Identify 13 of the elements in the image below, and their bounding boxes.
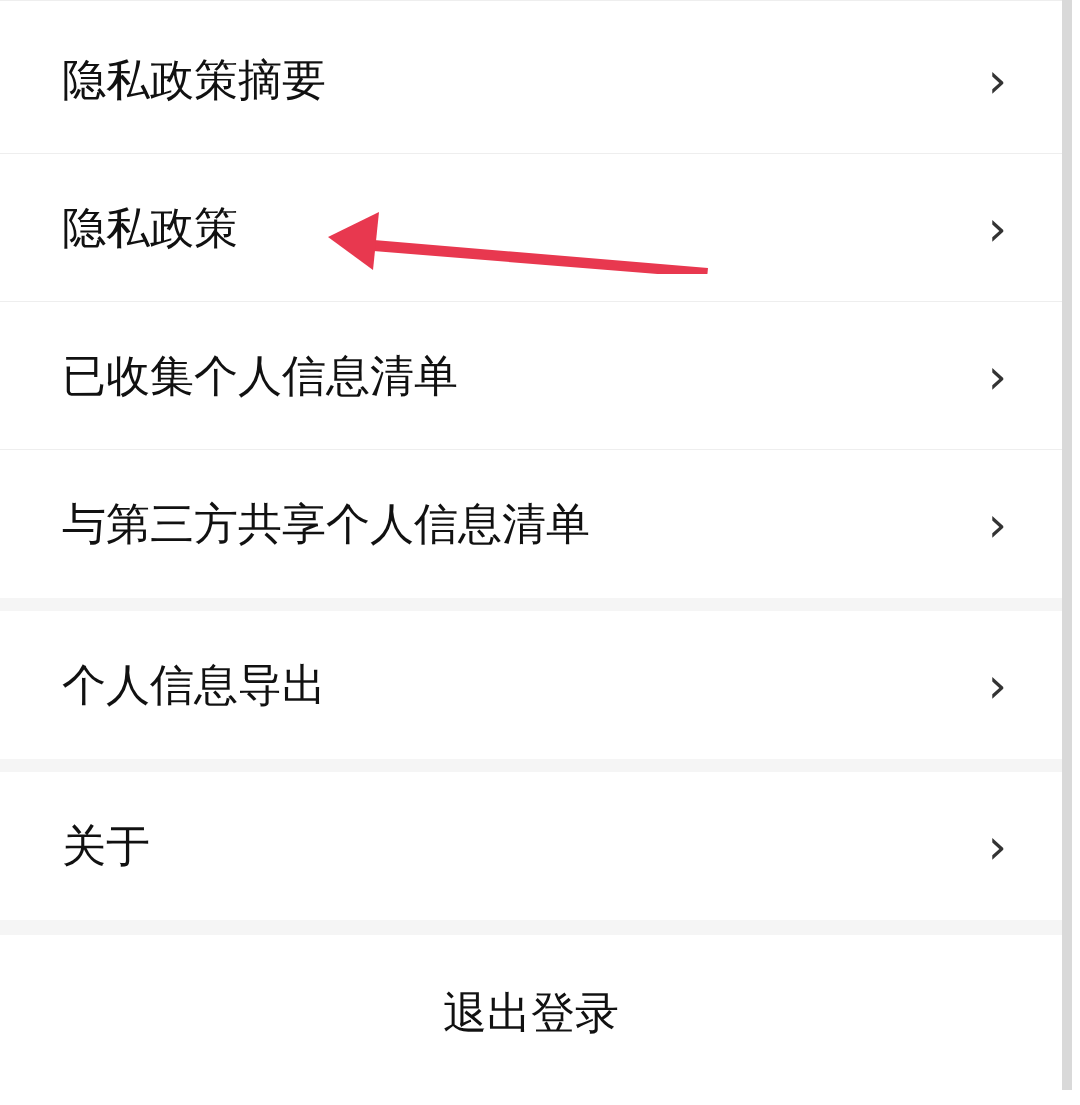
menu-label: 已收集个人信息清单 <box>62 348 458 403</box>
chevron-icon: › <box>987 822 1007 870</box>
menu-label: 关于 <box>62 819 150 873</box>
chevron-icon: › <box>987 203 1007 252</box>
chevron-icon: › <box>987 351 1007 400</box>
menu-label: 与第三方共享个人信息清单 <box>62 497 590 551</box>
menu-label: 个人信息导出 <box>62 658 326 712</box>
scrollbar[interactable] <box>1062 0 1072 1090</box>
chevron-icon: › <box>987 500 1007 548</box>
menu-label: 隐私政策摘要 <box>62 52 326 107</box>
chevron-icon: › <box>987 661 1007 709</box>
chevron-icon: › <box>987 55 1007 104</box>
menu-label: 隐私政策 <box>62 200 238 255</box>
